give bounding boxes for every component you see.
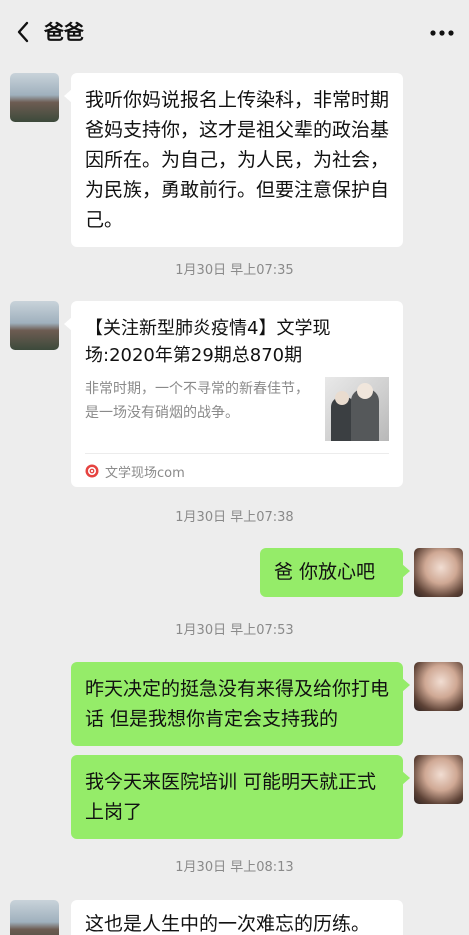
avatar[interactable]: [10, 301, 59, 350]
message-bubble-incoming[interactable]: 这也是人生中的一次难忘的历练。: [71, 900, 403, 935]
message-timestamp: 1月30日 早上07:53: [175, 623, 294, 638]
avatar[interactable]: [414, 548, 463, 597]
article-description: 非常时期，一个不寻常的新春佳节，是一场没有硝烟的战争。: [85, 381, 309, 421]
chevron-left-icon: [17, 21, 29, 43]
source-logo-icon: [85, 464, 99, 478]
chat-title: 爸爸: [44, 20, 84, 44]
message-timestamp: 1月30日 早上07:38: [175, 510, 294, 525]
message-text: 这也是人生中的一次难忘的历练。: [85, 913, 371, 935]
message-text: 我今天来医院培训 可能明天就正式上岗了: [85, 771, 377, 823]
avatar[interactable]: [414, 662, 463, 711]
avatar[interactable]: [10, 900, 59, 935]
chat-header: 爸爸: [0, 0, 469, 62]
message-text: 我听你妈说报名上传染科，非常时期爸妈支持你，这才是祖父辈的政治基因所在。为自己，…: [85, 89, 390, 231]
message-bubble-outgoing[interactable]: 爸 你放心吧: [260, 548, 410, 597]
message-bubble-outgoing[interactable]: 我今天来医院培训 可能明天就正式上岗了: [71, 755, 410, 839]
message-text: 爸 你放心吧: [274, 561, 376, 583]
article-source-name: 文学现场com: [105, 465, 185, 481]
more-button[interactable]: [425, 20, 459, 46]
shared-article-card[interactable]: 【关注新型肺炎疫情4】文学现场:2020年第29期总870期 非常时期，一个不寻…: [64, 301, 403, 487]
avatar[interactable]: [414, 755, 463, 804]
message-text: 昨天决定的挺急没有来得及给你打电话 但是我想你肯定会支持我的: [85, 678, 390, 730]
article-source: 文学现场com: [85, 461, 185, 481]
message-timestamp: 1月30日 早上08:13: [175, 860, 294, 875]
back-button[interactable]: [10, 17, 36, 47]
more-icon: [430, 30, 454, 36]
message-bubble-outgoing[interactable]: 昨天决定的挺急没有来得及给你打电话 但是我想你肯定会支持我的: [71, 662, 410, 746]
card-divider: [85, 453, 389, 454]
message-bubble-incoming[interactable]: 我听你妈说报名上传染科，非常时期爸妈支持你，这才是祖父辈的政治基因所在。为自己，…: [64, 73, 403, 247]
message-timestamp: 1月30日 早上07:35: [175, 263, 294, 278]
avatar[interactable]: [10, 73, 59, 122]
article-title: 【关注新型肺炎疫情4】文学现场:2020年第29期总870期: [85, 318, 331, 366]
article-thumbnail: [325, 377, 389, 441]
